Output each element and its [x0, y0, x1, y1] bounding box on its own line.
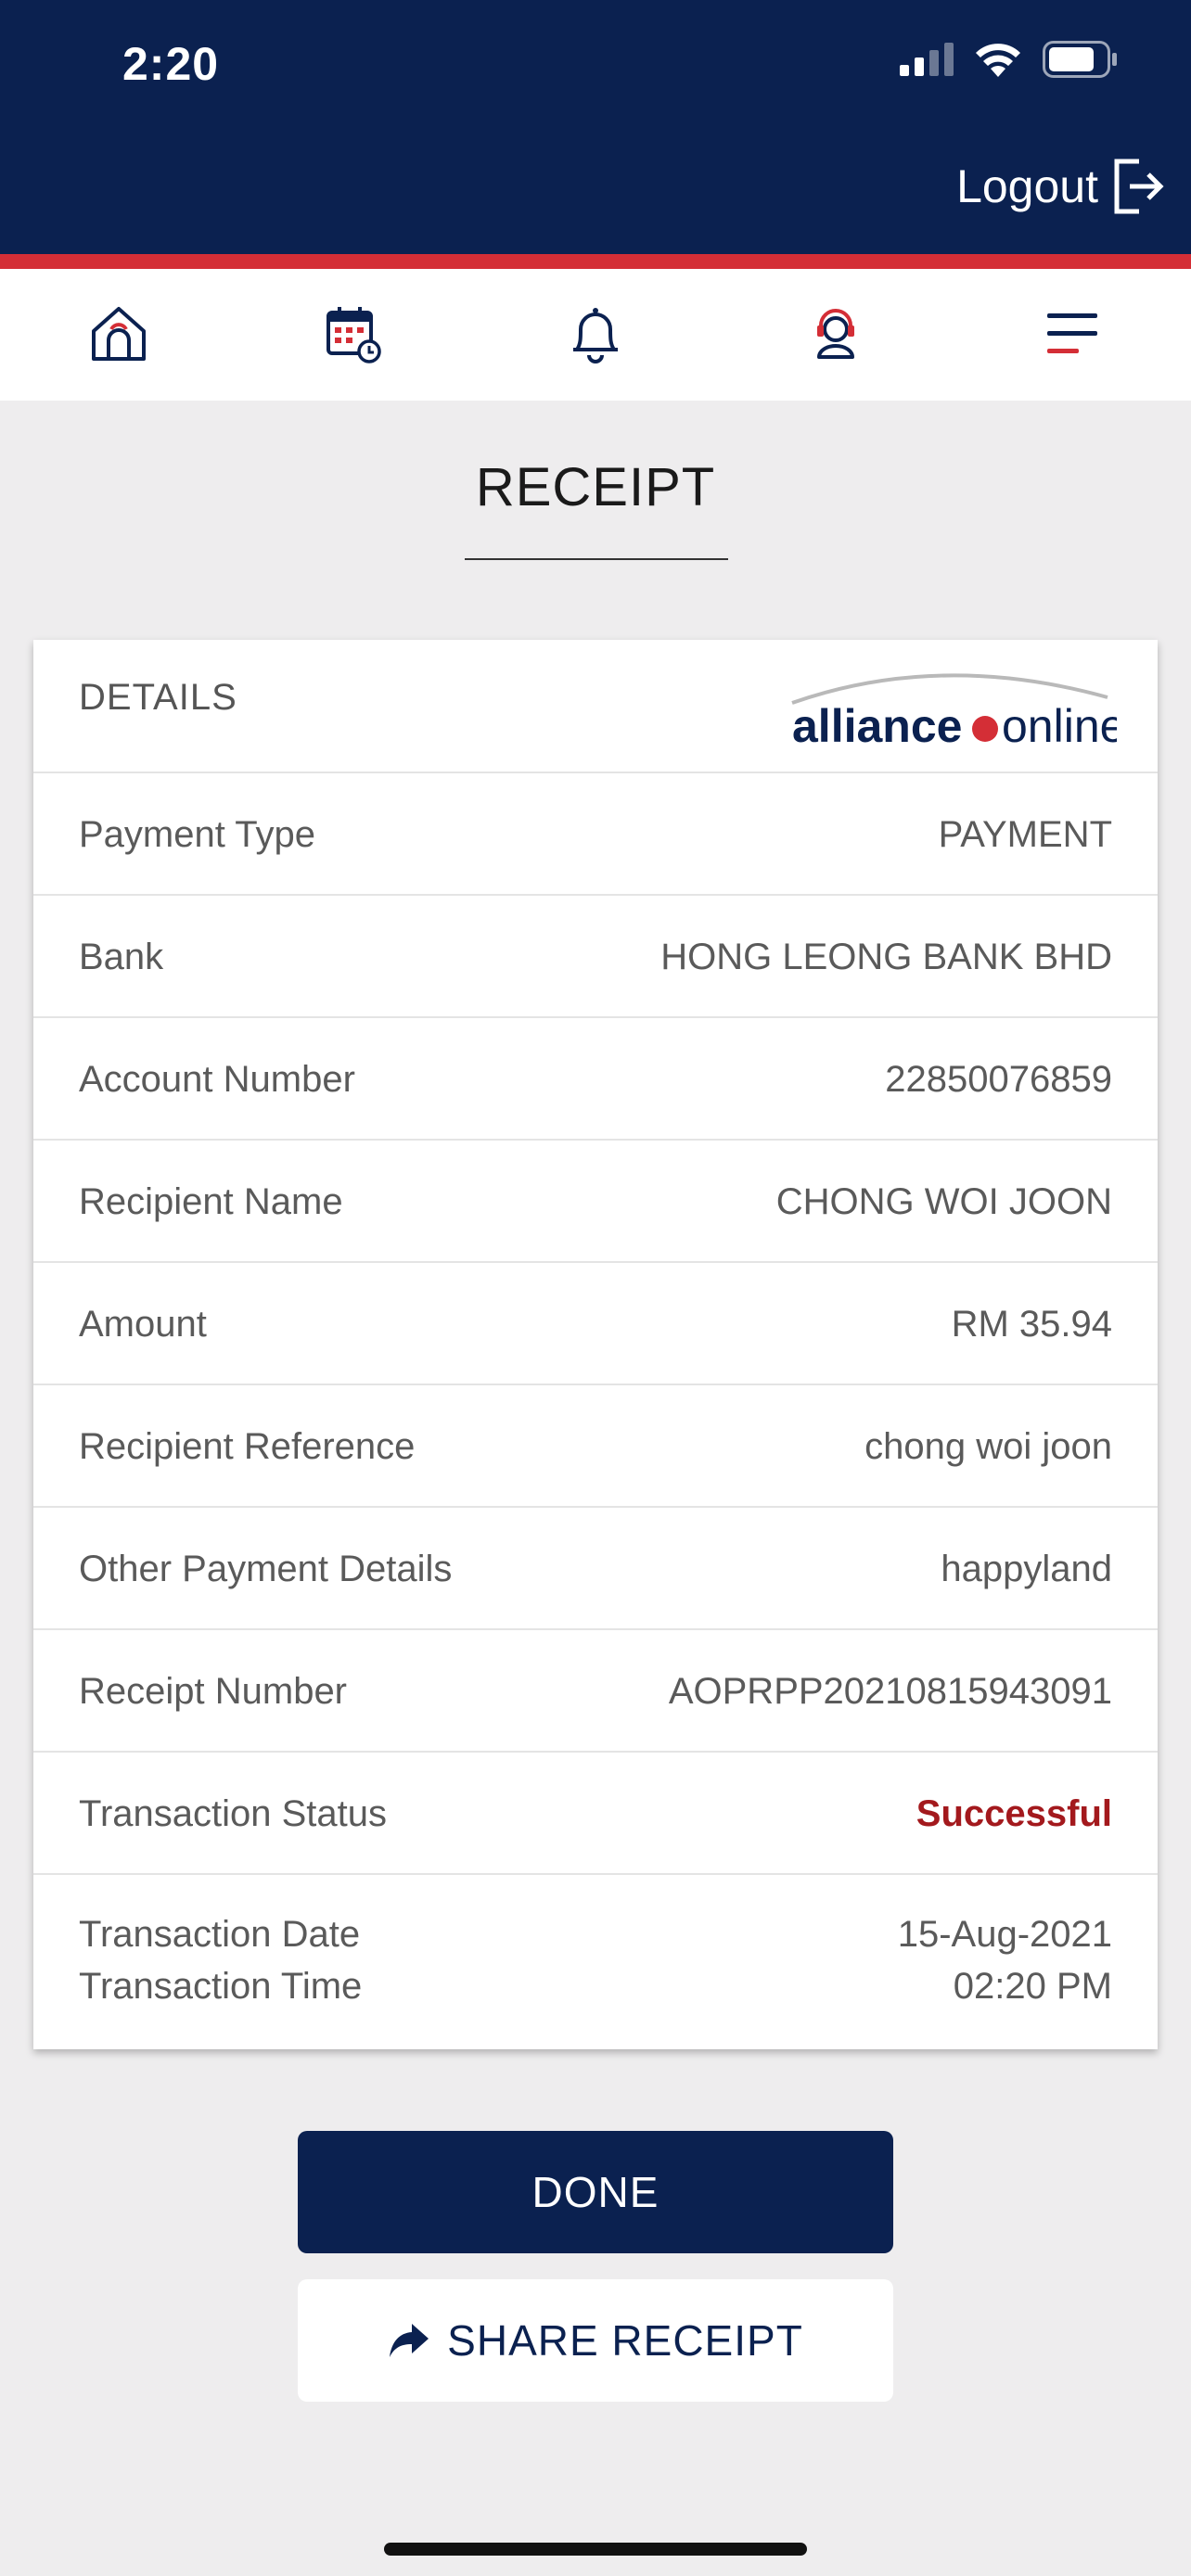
app-header: 2:20 Logout	[0, 0, 1191, 254]
cellular-signal-icon	[900, 43, 954, 76]
receipt-card-header: DETAILS alliance online	[33, 640, 1158, 773]
row-label: Transaction Status	[79, 1793, 388, 1834]
row-recipient-name: Recipient Name CHONG WOI JOON	[33, 1141, 1158, 1263]
calendar-icon	[327, 307, 381, 363]
row-label: Amount	[79, 1304, 207, 1345]
nav-home[interactable]	[82, 297, 156, 371]
row-label: Bank	[79, 937, 164, 977]
home-icon	[92, 307, 146, 361]
row-value: AOPRPP20210815943091	[668, 1671, 1112, 1712]
row-value: RM 35.94	[951, 1304, 1112, 1345]
row-value: happyland	[941, 1549, 1112, 1589]
row-recipient-reference: Recipient Reference chong woi joon	[33, 1385, 1158, 1508]
transaction-date-value: 15-Aug-2021	[897, 1914, 1112, 1955]
logout-icon	[1114, 159, 1164, 214]
nav-calendar[interactable]	[316, 297, 391, 371]
nav-notifications[interactable]	[558, 297, 633, 371]
row-label: Recipient Reference	[79, 1426, 416, 1467]
title-underline	[465, 558, 728, 560]
share-arrow-icon	[390, 2324, 429, 2357]
row-value: PAYMENT	[938, 814, 1112, 855]
home-indicator	[384, 2543, 807, 2556]
logo-text-online: online	[1002, 700, 1117, 752]
done-button[interactable]: DONE	[298, 2131, 893, 2253]
menu-icon	[1047, 313, 1097, 353]
row-amount: Amount RM 35.94	[33, 1263, 1158, 1385]
alliance-online-logo: alliance online	[791, 673, 1117, 752]
row-value: CHONG WOI JOON	[775, 1181, 1112, 1222]
wifi-icon	[976, 44, 1020, 77]
row-transaction-status: Transaction Status Successful	[33, 1753, 1158, 1875]
transaction-date-label: Transaction Date	[79, 1914, 361, 1955]
done-label: DONE	[531, 2168, 660, 2216]
page-title: RECEIPT	[475, 457, 716, 517]
header-accent-bar	[0, 254, 1191, 269]
logout-button[interactable]: Logout	[956, 158, 1165, 215]
nav-support[interactable]	[799, 297, 873, 371]
status-icons	[900, 41, 1119, 78]
support-agent-icon	[817, 309, 854, 359]
share-label: SHARE RECEIPT	[447, 2316, 803, 2365]
row-value: chong woi joon	[864, 1426, 1112, 1467]
row-label: Account Number	[79, 1059, 355, 1100]
share-receipt-button[interactable]: SHARE RECEIPT	[298, 2279, 893, 2402]
row-account-number: Account Number 22850076859	[33, 1018, 1158, 1141]
row-receipt-number: Receipt Number AOPRPP20210815943091	[33, 1630, 1158, 1753]
status-value: Successful	[916, 1793, 1112, 1834]
row-label: Other Payment Details	[79, 1549, 453, 1589]
row-label: Payment Type	[79, 814, 315, 855]
details-label: DETAILS	[79, 677, 237, 718]
nav-bar	[0, 269, 1191, 401]
logout-label: Logout	[956, 160, 1098, 212]
transaction-time-value: 02:20 PM	[953, 1966, 1112, 2007]
nav-menu[interactable]	[1035, 297, 1109, 371]
row-payment-type: Payment Type PAYMENT	[33, 773, 1158, 896]
status-time: 2:20	[122, 38, 220, 90]
row-bank: Bank HONG LEONG BANK BHD	[33, 896, 1158, 1018]
receipt-card: DETAILS alliance online Payment Type PAY…	[33, 640, 1158, 2049]
row-value: 22850076859	[885, 1059, 1112, 1100]
logo-text-alliance: alliance	[792, 700, 962, 752]
row-value: HONG LEONG BANK BHD	[660, 937, 1112, 977]
row-label: Recipient Name	[79, 1181, 343, 1222]
row-other-payment-details: Other Payment Details happyland	[33, 1508, 1158, 1630]
datetime-labels: Transaction Date Transaction Time	[79, 1908, 362, 2012]
row-transaction-datetime: Transaction Date Transaction Time 15-Aug…	[33, 1875, 1158, 2053]
battery-icon	[1043, 41, 1117, 78]
row-label: Receipt Number	[79, 1671, 348, 1712]
bell-icon	[573, 308, 618, 363]
transaction-time-label: Transaction Time	[79, 1966, 363, 2007]
datetime-values: 15-Aug-2021 02:20 PM	[898, 1908, 1112, 2012]
